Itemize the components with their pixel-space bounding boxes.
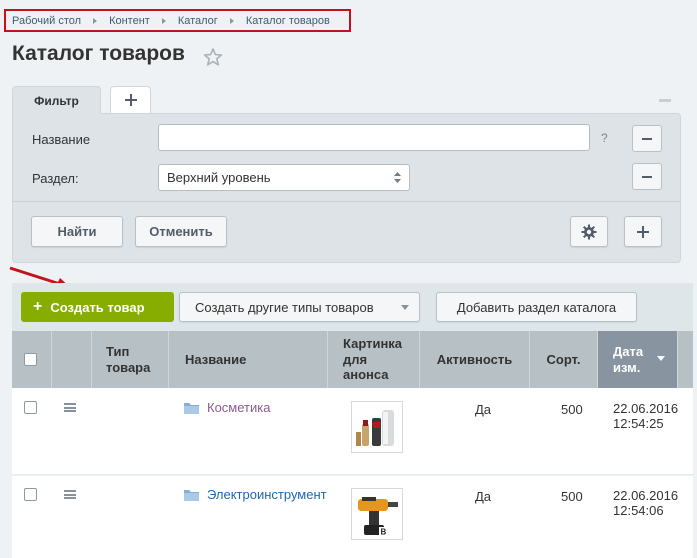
svg-text:B: B [381,528,387,537]
select-all-checkbox[interactable] [24,353,37,366]
plus-icon: + [33,298,43,315]
cancel-button[interactable]: Отменить [135,216,227,247]
breadcrumb: Рабочий стол Контент Каталог Каталог тов… [4,9,351,32]
add-filter-tab-button[interactable] [110,86,151,114]
row-date: 22.06.2016 [613,488,679,503]
breadcrumb-item-desktop[interactable]: Рабочий стол [12,15,81,27]
chevron-down-icon [401,305,409,310]
cosmetics-thumbnail[interactable] [351,401,403,453]
name-field-label: Название [32,132,91,147]
plus-icon [124,94,137,106]
breadcrumb-separator-icon [93,17,98,24]
select-arrows-icon [394,172,401,183]
folder-icon [184,490,199,501]
row-time: 12:54:25 [613,416,664,431]
row-menu-icon[interactable] [64,490,76,499]
minus-icon [642,175,652,178]
gear-icon [581,224,597,239]
create-other-types-label: Создать другие типы товаров [195,299,374,315]
row-checkbox[interactable] [24,401,37,414]
find-button[interactable]: Найти [31,216,123,247]
help-icon[interactable]: ? [601,131,608,145]
page-title: Каталог товаров [12,42,185,65]
column-header-type[interactable]: Тип товара [92,331,169,388]
row-sort: 500 [561,489,583,504]
tab-filter[interactable]: Фильтр [12,86,101,114]
filter-settings-button[interactable] [570,216,608,247]
name-filter-input[interactable] [158,124,590,151]
row-name-link[interactable]: Электроинструмент [207,487,327,502]
create-product-label: Создать товар [50,299,145,315]
row-date: 22.06.2016 [613,401,679,416]
select-all-header [12,331,52,388]
actions-header [52,331,92,388]
folder-icon [184,403,199,414]
column-header-date[interactable]: Дата изм. [598,331,678,388]
row-time: 12:54:06 [613,503,664,518]
remove-name-filter-button[interactable] [632,125,662,152]
breadcrumb-separator-icon [161,17,166,24]
create-product-button[interactable]: + Создать товар [21,292,174,322]
sort-desc-icon [657,356,665,361]
section-select-value: Верхний уровень [167,170,271,185]
remove-section-filter-button[interactable] [632,163,662,190]
row-sort: 500 [561,402,583,417]
breadcrumb-item-content[interactable]: Контент [109,15,150,27]
drill-icon: B [358,497,398,537]
breadcrumb-item-catalog[interactable]: Каталог [178,15,218,27]
column-header-picture[interactable]: Картинка для анонса [328,331,420,388]
breadcrumb-item-product-catalog[interactable]: Каталог товаров [246,15,330,27]
star-icon[interactable] [203,47,223,67]
row-menu-icon[interactable] [64,403,76,412]
plus-icon [637,225,649,238]
section-select[interactable]: Верхний уровень [158,164,410,191]
cosmetics-icon [356,410,394,446]
create-other-types-button[interactable]: Создать другие типы товаров [179,292,420,322]
column-header-sort[interactable]: Сорт. [530,331,598,388]
drill-thumbnail[interactable]: B [351,488,403,540]
column-header-active[interactable]: Активность [420,331,530,388]
row-checkbox[interactable] [24,488,37,501]
minus-icon [642,137,652,140]
add-filter-field-button[interactable] [624,216,662,247]
row-active: Да [475,489,492,504]
breadcrumb-separator-icon [229,17,234,24]
filter-divider [12,201,681,202]
row-active: Да [475,402,492,417]
column-header-date-label: Дата изм. [613,343,644,375]
section-field-label: Раздел: [32,171,79,186]
row-name-link[interactable]: Косметика [207,400,270,415]
add-catalog-section-button[interactable]: Добавить раздел каталога [436,292,637,322]
column-header-name[interactable]: Название [169,331,328,388]
collapse-filter-icon[interactable] [659,99,671,102]
